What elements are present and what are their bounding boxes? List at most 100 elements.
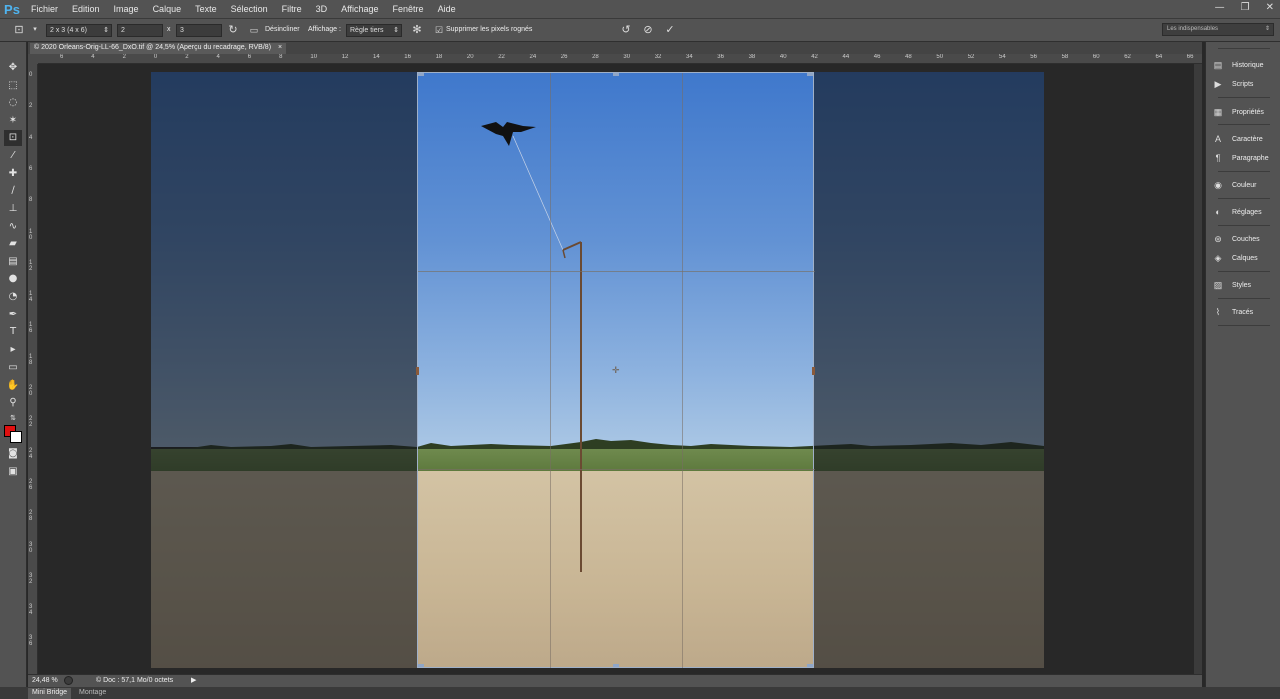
panel-calques[interactable]: ◈ Calques: [1212, 251, 1278, 265]
panel-couleur[interactable]: ◉ Couleur: [1212, 178, 1278, 192]
background-color-swatch[interactable]: [10, 431, 22, 443]
panel-label: Caractère: [1232, 135, 1263, 143]
marquee-tool-icon[interactable]: ⬚: [4, 78, 22, 94]
height-ratio-input[interactable]: 3: [176, 24, 222, 37]
status-menu-arrow-icon[interactable]: ▶: [191, 676, 196, 684]
crop-handle-bottom[interactable]: [613, 664, 619, 667]
healing-brush-icon[interactable]: ✚: [4, 166, 22, 182]
ruler-tick-label: 44: [842, 54, 850, 60]
crop-handle-top[interactable]: [613, 73, 619, 76]
stamp-tool-icon[interactable]: ⊥: [4, 201, 22, 217]
panel-proprietes[interactable]: ▦ Propriétés: [1212, 105, 1278, 119]
ruler-vertical[interactable]: 0 2 4 6 8 1 0 1 2 1 4 1 6 1 8 2 0 2 2 2 4 2 6 2 8 3 0 3 …: [28, 64, 38, 674]
screen-mode-icon[interactable]: ▣: [4, 464, 22, 480]
panel-reglages[interactable]: ◐ Réglages: [1212, 205, 1278, 219]
menu-image[interactable]: Image: [107, 4, 146, 14]
ruler-tick-label: 14: [373, 54, 380, 60]
ruler-tick-label: 2 8: [29, 510, 33, 523]
crop-tool-icon[interactable]: ⊡: [4, 130, 22, 146]
eyedropper-icon[interactable]: ⁄: [4, 148, 22, 164]
crop-handle-left[interactable]: [416, 367, 419, 375]
ruler-horizontal[interactable]: 6 4 2 0 2 4 6 8 10 12 14 16 18 20 22 24 26 28 30 32 34 36 38 40…: [38, 54, 1202, 64]
panel-historique[interactable]: ▤ Historique: [1212, 58, 1278, 72]
crop-box[interactable]: ✛: [416, 72, 815, 668]
crop-handle-top-right[interactable]: [807, 73, 813, 76]
tab-montage[interactable]: Montage: [75, 688, 110, 699]
maximize-icon[interactable]: ❐: [1241, 2, 1250, 13]
crop-handle-bottom-right[interactable]: [807, 664, 813, 667]
panel-scripts[interactable]: ▶ Scripts: [1212, 77, 1278, 91]
ruler-tick-label: 24: [529, 54, 537, 60]
menu-edition[interactable]: Edition: [65, 4, 107, 14]
overlay-select[interactable]: Règle tiers ⇕: [346, 24, 402, 37]
menu-3d[interactable]: 3D: [309, 4, 335, 14]
brush-tool-icon[interactable]: ∕: [4, 183, 22, 199]
straighten-button[interactable]: Désincliner: [265, 26, 300, 33]
panel-label: Couleur: [1232, 181, 1257, 189]
ruler-tick-label: 22: [498, 54, 505, 60]
delete-cropped-label[interactable]: Supprimer les pixels rognés: [446, 26, 532, 33]
width-ratio-input[interactable]: 2: [117, 24, 163, 37]
crop-handle-bottom-left[interactable]: [418, 664, 424, 667]
quick-mask-icon[interactable]: ◙: [4, 446, 22, 462]
menu-fichier[interactable]: Fichier: [24, 4, 65, 14]
gradient-tool-icon[interactable]: ▤: [4, 254, 22, 270]
pen-tool-icon[interactable]: ✒: [4, 307, 22, 323]
document-tab[interactable]: © 2020 Orleans-Orig-LL-66_DxO.tif @ 24,5…: [30, 43, 287, 54]
hand-tool-icon[interactable]: ✋: [4, 378, 22, 394]
minimize-icon[interactable]: —: [1215, 2, 1225, 13]
menu-filtre[interactable]: Filtre: [275, 4, 309, 14]
overlay-value: Règle tiers: [350, 27, 384, 34]
canvas-area[interactable]: ✛: [38, 64, 1194, 674]
tab-mini-bridge[interactable]: Mini Bridge: [28, 688, 72, 699]
panel-paragraphe[interactable]: ¶ Paragraphe: [1212, 151, 1278, 165]
menu-texte[interactable]: Texte: [188, 4, 224, 14]
dodge-tool-icon[interactable]: ◔: [4, 289, 22, 305]
commit-icon[interactable]: ✓: [663, 23, 677, 37]
history-brush-icon[interactable]: ∿: [4, 219, 22, 235]
vertical-scrollbar[interactable]: [1194, 64, 1202, 674]
gear-icon[interactable]: ✻: [410, 23, 424, 37]
chevron-down-icon[interactable]: ▾: [28, 23, 42, 37]
ratio-preset-select[interactable]: 2 x 3 (4 x 6) ⇕: [46, 24, 112, 37]
cancel-icon[interactable]: ⊘: [641, 23, 655, 37]
crop-handle-right[interactable]: [812, 367, 815, 375]
menu-calque[interactable]: Calque: [146, 4, 189, 14]
menu-affichage[interactable]: Affichage: [334, 4, 385, 14]
swap-icon[interactable]: ↻: [226, 23, 240, 37]
swap-colors-icon[interactable]: ⇅: [4, 410, 22, 426]
blur-tool-icon[interactable]: ●: [4, 271, 22, 287]
type-tool-icon[interactable]: T: [4, 324, 22, 340]
ruler-tick-label: 1 4: [29, 291, 33, 304]
eraser-tool-icon[interactable]: ▰: [4, 236, 22, 252]
checkbox-icon[interactable]: ☑: [432, 23, 446, 37]
status-icon[interactable]: [64, 676, 73, 685]
menu-selection[interactable]: Sélection: [224, 4, 275, 14]
document-image[interactable]: ✛: [151, 72, 1044, 668]
thirds-guide-horizontal-2: [418, 469, 815, 470]
panel-couches[interactable]: ⊛ Couches: [1212, 232, 1278, 246]
workspace-select[interactable]: Les indispensables ⇕: [1162, 23, 1274, 36]
crop-handle-top-left[interactable]: [418, 73, 424, 76]
zoom-level[interactable]: 24,48 %: [32, 677, 58, 684]
close-icon[interactable]: ✕: [1266, 2, 1274, 13]
thirds-guide-horizontal-1: [418, 271, 815, 272]
menu-fenetre[interactable]: Fenêtre: [386, 4, 431, 14]
panel-traces[interactable]: ⌇ Tracés: [1212, 305, 1278, 319]
move-tool-icon[interactable]: ✥: [4, 60, 22, 76]
close-tab-icon[interactable]: ×: [278, 44, 282, 51]
reset-icon[interactable]: ↺: [619, 23, 633, 37]
magic-wand-icon[interactable]: ✶: [4, 113, 22, 129]
zoom-tool-icon[interactable]: ⚲: [4, 395, 22, 411]
straighten-icon[interactable]: ▭: [247, 23, 261, 37]
menu-aide[interactable]: Aide: [431, 4, 463, 14]
ruler-tick-label: 6: [60, 54, 64, 60]
ruler-corner[interactable]: [28, 54, 38, 64]
panel-caractere[interactable]: A Caractère: [1212, 132, 1278, 146]
tools-panel: ✥ ⬚ ◌ ✶ ⊡ ⁄ ✚ ∕ ⊥ ∿ ▰ ▤ ● ◔ ✒ T ▸ ▭ ✋ ⚲ …: [0, 42, 27, 687]
lasso-tool-icon[interactable]: ◌: [4, 95, 22, 111]
crop-tool-preset-icon[interactable]: ⊡: [12, 23, 26, 37]
path-select-icon[interactable]: ▸: [4, 342, 22, 358]
shape-tool-icon[interactable]: ▭: [4, 360, 22, 376]
panel-styles[interactable]: ▨ Styles: [1212, 278, 1278, 292]
